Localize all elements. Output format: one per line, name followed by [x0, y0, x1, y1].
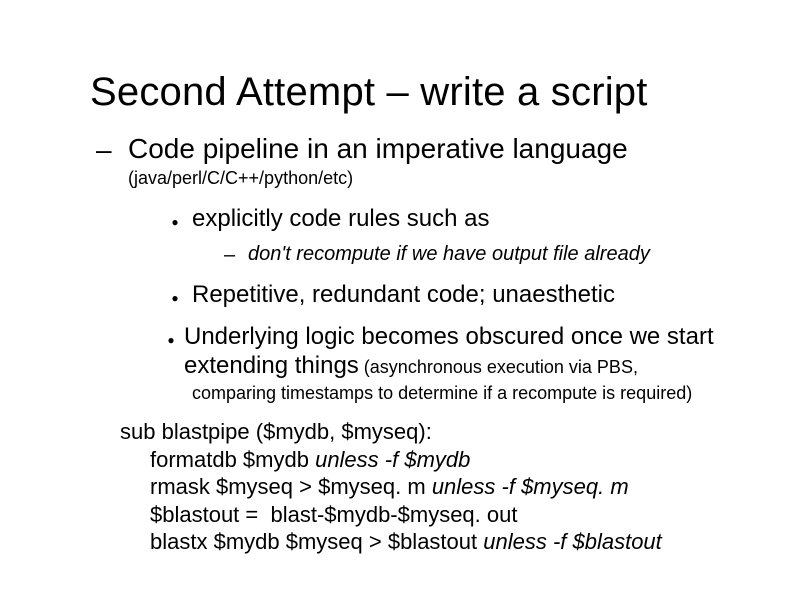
bullet-text-note: (asynchronous execution via PBS, [359, 357, 638, 377]
disc-icon: ● [166, 291, 184, 305]
disc-icon: ● [166, 333, 176, 347]
code-line: sub blastpipe ($mydb, $myseq): [120, 418, 734, 446]
slide-title: Second Attempt – write a script [90, 70, 734, 115]
code-line: formatdb $mydb unless -f $mydb [150, 446, 734, 474]
bullet-text: Underlying logic becomes obscured once w… [184, 323, 734, 381]
level1-note: (java/perl/C/C++/python/etc) [128, 168, 734, 189]
sub-bullet-text: don't recompute if we have output file a… [248, 242, 650, 266]
dash-icon: – [224, 244, 242, 267]
code-block: sub blastpipe ($mydb, $myseq): formatdb … [120, 418, 734, 556]
bullet-level1: – Code pipeline in an imperative languag… [96, 133, 734, 166]
code-line: rmask $myseq > $myseq. m unless -f $myse… [150, 473, 734, 501]
code-plain: formatdb $mydb [150, 447, 315, 472]
code-italic: unless -f $blastout [483, 529, 662, 554]
code-italic: unless -f $myseq. m [432, 474, 629, 499]
level1-text: Code pipeline in an imperative language [128, 133, 628, 165]
code-plain: blastx $mydb $myseq > $blastout [150, 529, 483, 554]
code-line: blastx $mydb $myseq > $blastout unless -… [150, 528, 734, 556]
bullet-text: explicitly code rules such as [192, 205, 489, 234]
slide: Second Attempt – write a script – Code p… [0, 0, 794, 595]
disc-icon: ● [166, 215, 184, 229]
code-italic: unless -f $mydb [315, 447, 470, 472]
code-line: $blastout = blast-$mydb-$myseq. out [150, 501, 734, 529]
sub-bullet-recompute: – don't recompute if we have output file… [224, 242, 734, 267]
code-plain: rmask $myseq > $myseq. m [150, 474, 432, 499]
bullet-trailing-note: comparing timestamps to determine if a r… [192, 382, 734, 405]
bullet-text: Repetitive, redundant code; unaesthetic [192, 281, 615, 310]
bullet-explicit-rules: ● explicitly code rules such as [166, 205, 734, 234]
bullet-underlying-logic: ● Underlying logic becomes obscured once… [166, 323, 734, 381]
dash-icon: – [96, 135, 122, 166]
bullet-repetitive: ● Repetitive, redundant code; unaestheti… [166, 281, 734, 310]
